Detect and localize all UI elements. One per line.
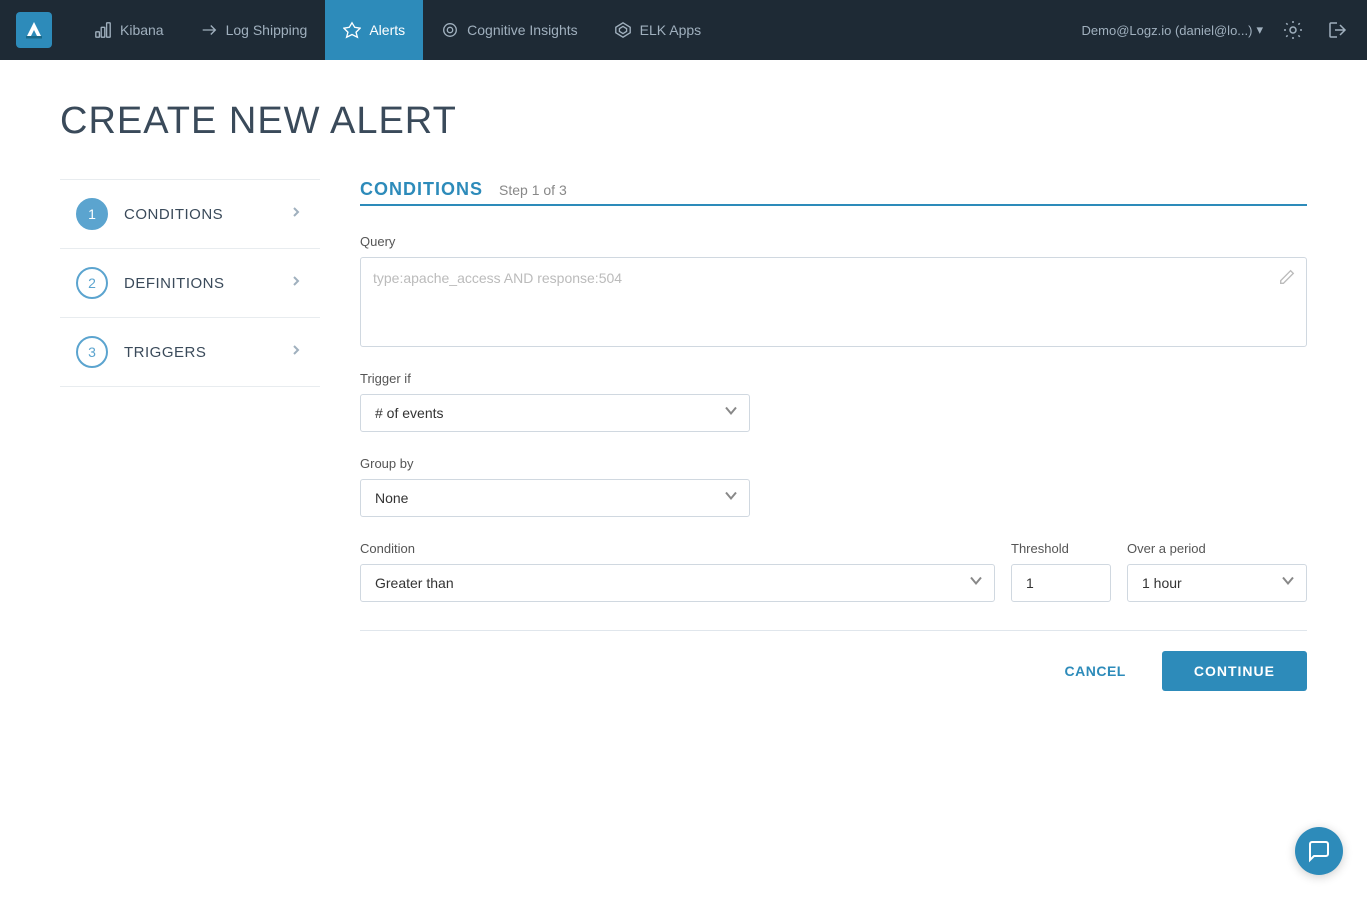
main-content: CREATE NEW ALERT 1 CONDITIONS 2 DEFINITI… (0, 60, 1367, 731)
navbar: Kibana Log Shipping Alerts Cognitive Ins… (0, 0, 1367, 60)
edit-query-icon[interactable] (1278, 268, 1296, 289)
form-header: CONDITIONS Step 1 of 3 (360, 179, 1307, 200)
cancel-button[interactable]: CANCEL (1049, 653, 1142, 689)
conditions-chevron-icon (288, 204, 304, 225)
sidebar-definitions-label: DEFINITIONS (124, 275, 272, 292)
nav-kibana[interactable]: Kibana (76, 0, 182, 60)
sidebar-item-definitions[interactable]: 2 DEFINITIONS (60, 249, 320, 318)
period-select[interactable]: 5 minutes 10 minutes 30 minutes 1 hour 2… (1127, 564, 1307, 602)
threshold-col: Threshold (1011, 541, 1111, 602)
condition-wrapper: Greater than Less than Equal to (360, 564, 995, 602)
query-box[interactable]: type:apache_access AND response:504 (360, 257, 1307, 347)
query-placeholder: type:apache_access AND response:504 (373, 270, 622, 286)
definitions-chevron-icon (288, 273, 304, 294)
sidebar-conditions-label: CONDITIONS (124, 206, 272, 223)
threshold-input[interactable] (1011, 564, 1111, 602)
nav-right: Demo@Logz.io (daniel@lo...) ▾ (1082, 16, 1351, 44)
trigger-if-group: Trigger if # of events (360, 371, 1307, 432)
trigger-if-label: Trigger if (360, 371, 1307, 386)
form-section-title: CONDITIONS (360, 179, 483, 200)
nav-cognitive-insights[interactable]: Cognitive Insights (423, 0, 596, 60)
chat-bubble-button[interactable] (1295, 827, 1343, 875)
triggers-chevron-icon (288, 342, 304, 363)
logout-button[interactable] (1323, 16, 1351, 44)
condition-select[interactable]: Greater than Less than Equal to (360, 564, 995, 602)
query-group: Query type:apache_access AND response:50… (360, 234, 1307, 347)
footer-divider (360, 630, 1307, 631)
period-label: Over a period (1127, 541, 1307, 556)
trigger-if-select[interactable]: # of events (360, 394, 750, 432)
sidebar-item-triggers[interactable]: 3 TRIGGERS (60, 318, 320, 387)
step-2-circle: 2 (76, 267, 108, 299)
sidebar: 1 CONDITIONS 2 DEFINITIONS 3 (60, 179, 320, 691)
form-panel: CONDITIONS Step 1 of 3 Query type:apache… (360, 179, 1307, 691)
group-by-group: Group by None (360, 456, 1307, 517)
period-col: Over a period 5 minutes 10 minutes 30 mi… (1127, 541, 1307, 602)
nav-elk-apps[interactable]: ELK Apps (596, 0, 720, 60)
step-1-circle: 1 (76, 198, 108, 230)
continue-button[interactable]: CONTINUE (1162, 651, 1307, 691)
form-actions: CANCEL CONTINUE (360, 651, 1307, 691)
condition-label: Condition (360, 541, 995, 556)
threshold-label: Threshold (1011, 541, 1111, 556)
settings-button[interactable] (1279, 16, 1307, 44)
group-by-label: Group by (360, 456, 1307, 471)
nav-user[interactable]: Demo@Logz.io (daniel@lo...) ▾ (1082, 22, 1263, 38)
step-3-circle: 3 (76, 336, 108, 368)
query-label: Query (360, 234, 1307, 249)
condition-group: Condition Greater than Less than Equal t… (360, 541, 1307, 602)
nav-items: Kibana Log Shipping Alerts Cognitive Ins… (76, 0, 1082, 60)
sidebar-item-conditions[interactable]: 1 CONDITIONS (60, 179, 320, 249)
group-by-select[interactable]: None (360, 479, 750, 517)
nav-alerts[interactable]: Alerts (325, 0, 423, 60)
group-by-wrapper: None (360, 479, 750, 517)
trigger-if-wrapper: # of events (360, 394, 750, 432)
logo[interactable] (16, 12, 52, 48)
period-wrapper-inner: 5 minutes 10 minutes 30 minutes 1 hour 2… (1127, 564, 1307, 602)
layout: 1 CONDITIONS 2 DEFINITIONS 3 (60, 179, 1307, 691)
form-step-label: Step 1 of 3 (499, 182, 567, 198)
form-divider (360, 204, 1307, 206)
page-title: CREATE NEW ALERT (60, 100, 1307, 143)
condition-row: Condition Greater than Less than Equal t… (360, 541, 1307, 602)
nav-log-shipping[interactable]: Log Shipping (182, 0, 326, 60)
sidebar-triggers-label: TRIGGERS (124, 344, 272, 361)
condition-col: Condition Greater than Less than Equal t… (360, 541, 995, 602)
